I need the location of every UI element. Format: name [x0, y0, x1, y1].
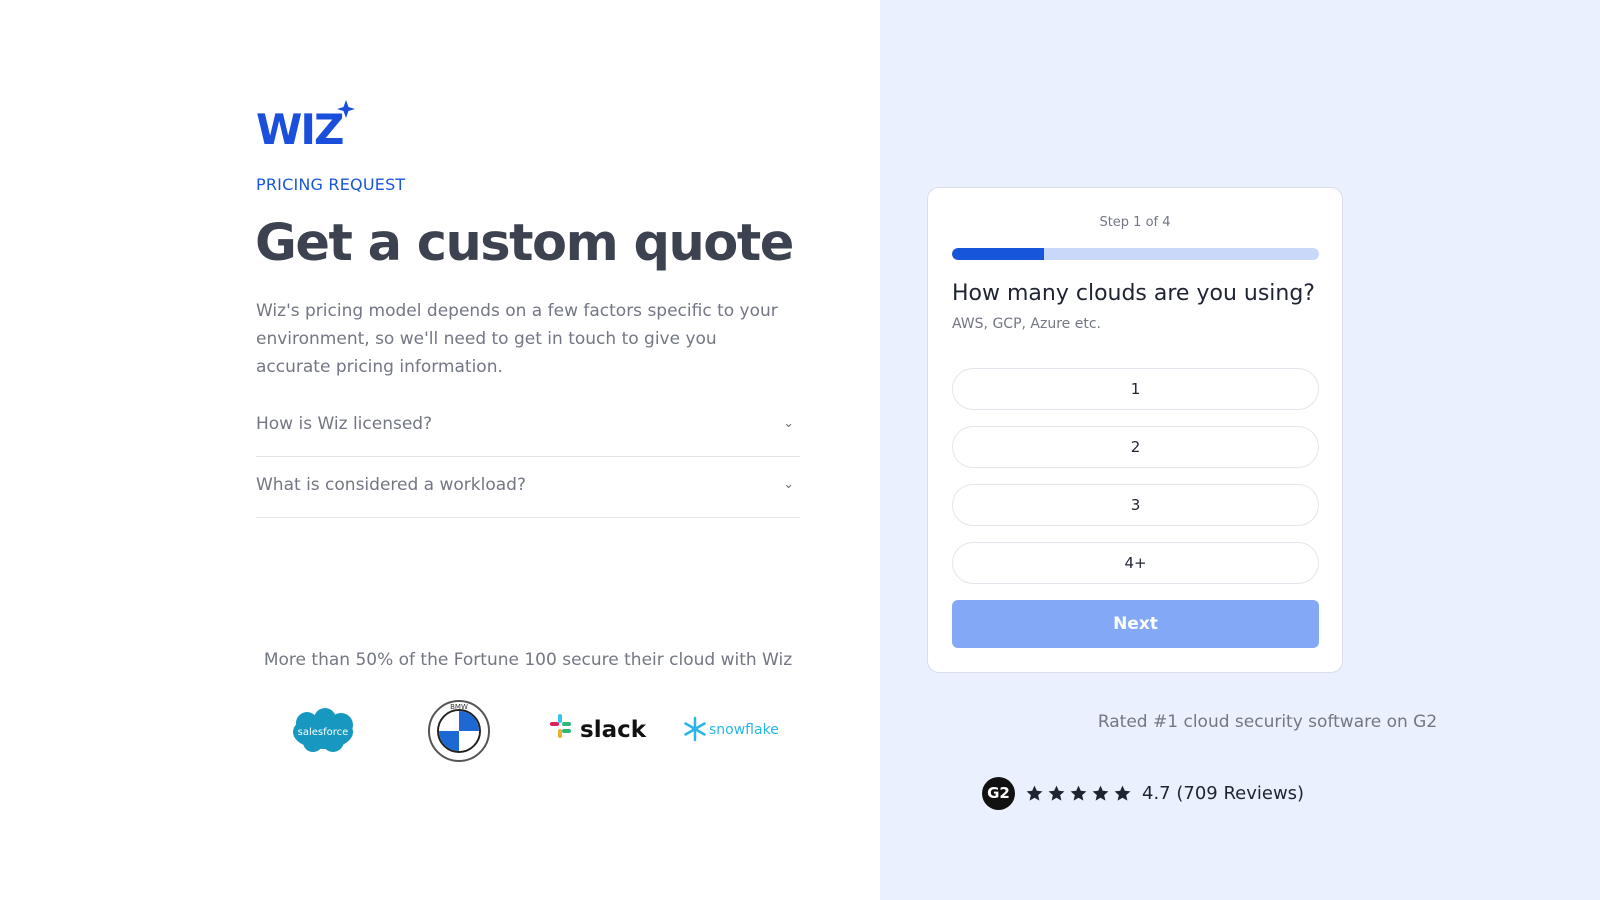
svg-text:snowflake: snowflake	[709, 722, 779, 738]
svg-text:slack: slack	[580, 717, 647, 743]
faq-question: What is considered a workload?	[256, 475, 526, 495]
eyebrow-label: PRICING REQUEST	[256, 175, 406, 194]
fortune-text: More than 50% of the Fortune 100 secure …	[263, 650, 793, 670]
rating-score: 4.7 (709 Reviews)	[1142, 782, 1305, 804]
progress-fill	[952, 248, 1044, 260]
chevron-down-icon: ⌄	[783, 416, 794, 431]
option-2[interactable]: 2	[952, 426, 1319, 468]
intro-text: Wiz's pricing model depends on a few fac…	[256, 301, 778, 377]
step-indicator: Step 1 of 4	[1099, 215, 1171, 230]
option-4-plus[interactable]: 4+	[952, 542, 1319, 584]
g2-badge-icon: G2	[982, 776, 1015, 810]
snowflake-logo: snowflake	[684, 716, 779, 742]
svg-text:salesforce: salesforce	[298, 727, 349, 738]
g2-rating: G2 4.7 (709 Reviews)	[982, 776, 1304, 810]
form-question: How many clouds are you using?	[952, 281, 1315, 306]
chevron-down-icon: ⌄	[783, 477, 794, 492]
next-button[interactable]: Next	[952, 600, 1319, 648]
star-icon	[1048, 785, 1065, 801]
faq-question: How is Wiz licensed?	[256, 414, 433, 434]
faq-item-workload[interactable]: What is considered a workload? ⌄	[256, 457, 800, 518]
svg-text:WIZ: WIZ	[256, 105, 343, 146]
star-icon	[1026, 785, 1043, 801]
option-3[interactable]: 3	[952, 484, 1319, 526]
salesforce-logo: salesforce	[293, 708, 353, 752]
star-icon	[1092, 785, 1109, 801]
rating-stars	[1025, 784, 1132, 803]
star-icon	[1114, 785, 1131, 801]
customer-logos: salesforce BMW slack snowflake	[256, 696, 800, 766]
slack-logo: slack	[550, 714, 647, 743]
page-title: Get a custom quote	[255, 214, 794, 273]
bmw-logo: BMW	[428, 700, 490, 762]
star-icon	[1070, 785, 1087, 801]
progress-bar	[952, 248, 1319, 260]
svg-text:BMW: BMW	[450, 703, 468, 711]
quote-form-card: Step 1 of 4 How many clouds are you usin…	[927, 187, 1343, 673]
wiz-logo[interactable]: WIZ	[256, 100, 356, 146]
form-hint: AWS, GCP, Azure etc.	[952, 316, 1101, 332]
left-panel: WIZ PRICING REQUEST Get a custom quote W…	[0, 0, 880, 900]
option-1[interactable]: 1	[952, 368, 1319, 410]
faq-item-licensing[interactable]: How is Wiz licensed? ⌄	[256, 396, 800, 457]
g2-rating-headline: Rated #1 cloud security software on G2	[1097, 712, 1438, 732]
